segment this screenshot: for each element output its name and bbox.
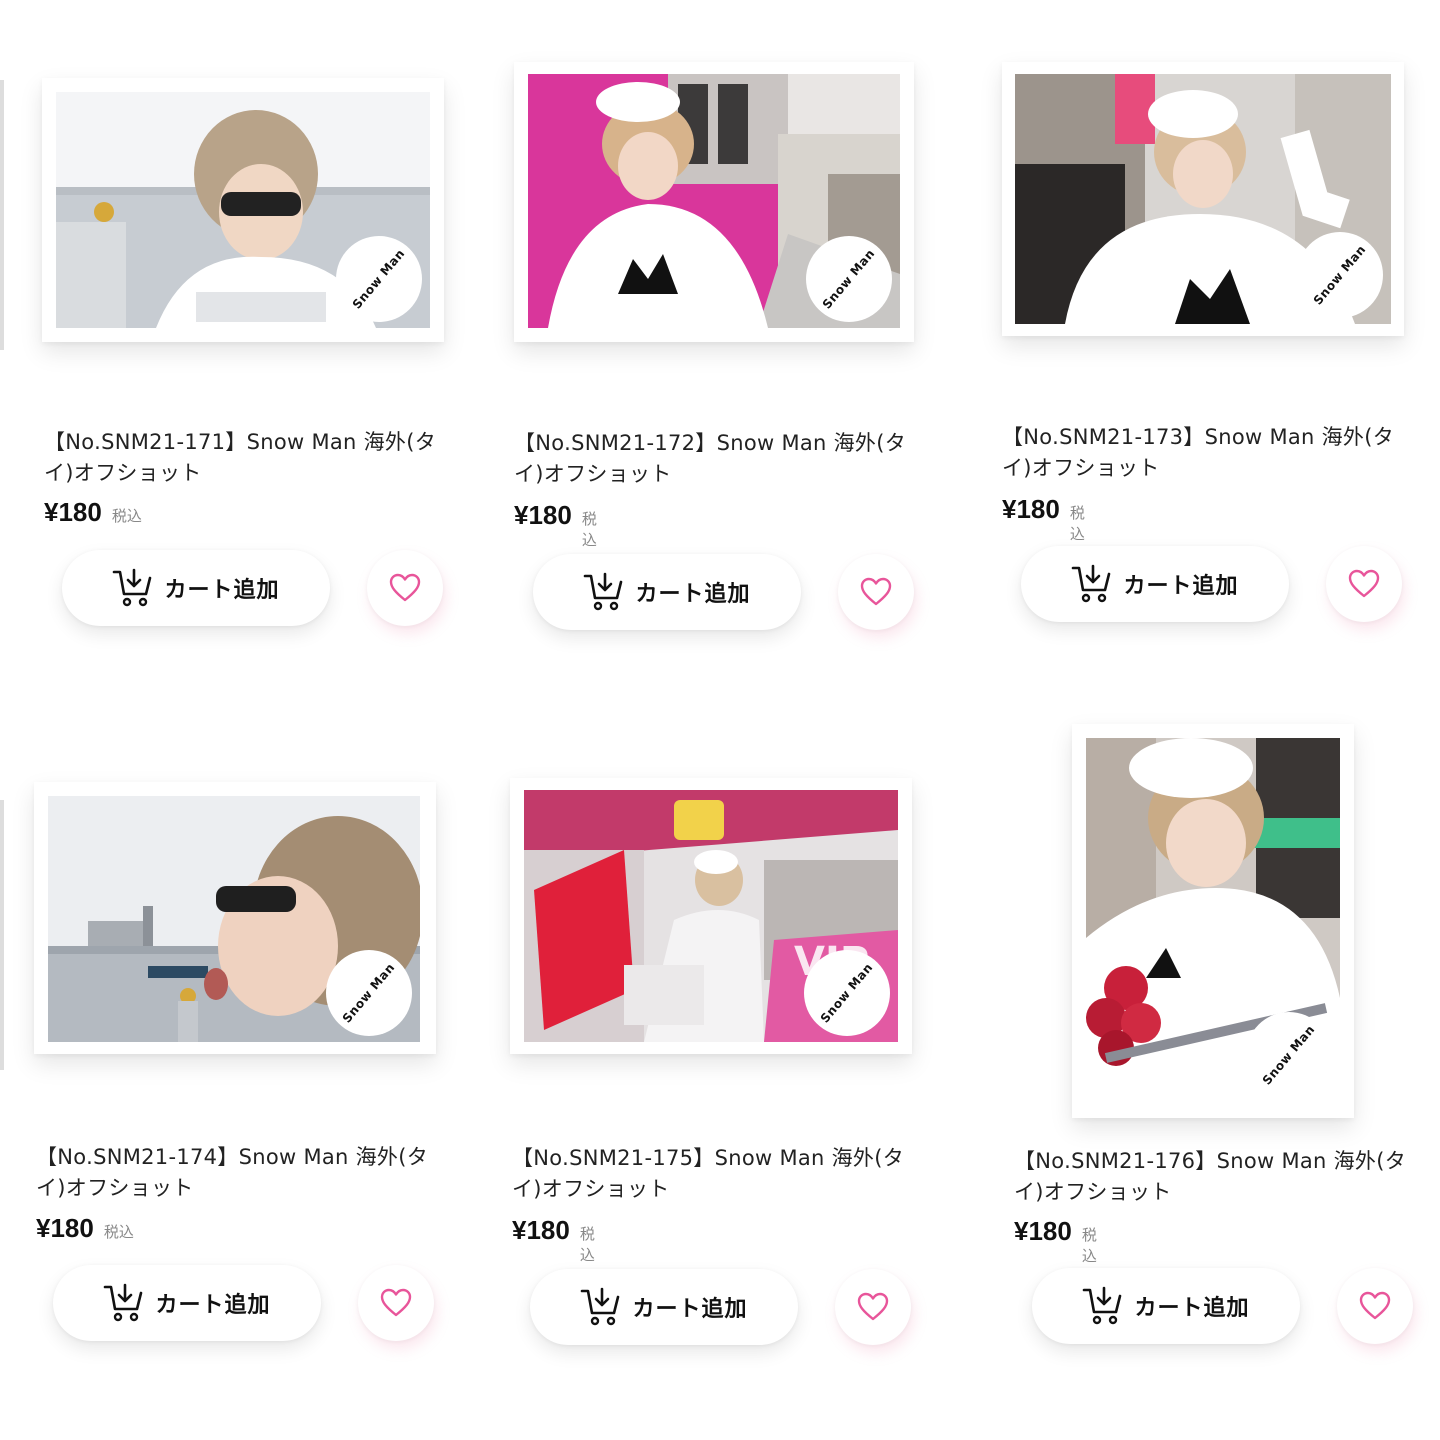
product-photo-link[interactable]: VIP Snow Man bbox=[510, 778, 912, 1054]
product-photo: Snow Man bbox=[48, 796, 420, 1042]
snow-man-logo: Snow Man bbox=[1246, 1012, 1332, 1098]
add-to-cart-label: カート追加 bbox=[164, 578, 280, 603]
product-price: ¥180 bbox=[514, 500, 572, 530]
product-photo-link[interactable]: Snow Man bbox=[1002, 62, 1404, 336]
snow-man-logo: Snow Man bbox=[806, 236, 892, 322]
snow-man-logo: Snow Man bbox=[326, 950, 412, 1036]
product-title[interactable]: 【No.SNM21-174】Snow Man 海外(タイ)オフショット bbox=[36, 1142, 436, 1204]
product-title[interactable]: 【No.SNM21-175】Snow Man 海外(タイ)オフショット bbox=[512, 1143, 912, 1205]
price-row: ¥180 税込 bbox=[44, 497, 142, 528]
add-to-cart-button[interactable]: カート追加 bbox=[53, 1265, 321, 1341]
price-row: ¥180 税込 bbox=[1002, 494, 1085, 544]
product-photo-link[interactable]: Snow Man bbox=[34, 782, 436, 1054]
heart-outline-icon bbox=[860, 577, 892, 606]
product-title[interactable]: 【No.SNM21-171】Snow Man 海外(タイ)オフショット bbox=[44, 427, 444, 489]
price-row: ¥180 税込 bbox=[512, 1215, 595, 1265]
add-to-cart-button[interactable]: カート追加 bbox=[1021, 546, 1289, 622]
favorite-button[interactable] bbox=[367, 550, 443, 626]
product-photo: VIP Snow Man bbox=[524, 790, 898, 1042]
product-photo: Snow Man bbox=[56, 92, 430, 328]
product-photo: Snow Man bbox=[1015, 74, 1391, 324]
left-edge-divider bbox=[0, 800, 4, 1070]
favorite-button[interactable] bbox=[1337, 1268, 1413, 1344]
add-to-cart-label: カート追加 bbox=[635, 582, 751, 607]
add-to-cart-button[interactable]: カート追加 bbox=[533, 554, 801, 630]
price-row: ¥180 税込 bbox=[1014, 1216, 1097, 1266]
product-photo-link[interactable]: Snow Man bbox=[42, 78, 444, 342]
heart-outline-icon bbox=[389, 573, 421, 602]
left-edge-divider bbox=[0, 80, 4, 350]
product-price: ¥180 bbox=[1014, 1216, 1072, 1246]
add-to-cart-label: カート追加 bbox=[632, 1297, 748, 1322]
add-to-cart-label: カート追加 bbox=[1134, 1296, 1250, 1321]
add-to-cart-label: カート追加 bbox=[1123, 574, 1239, 599]
product-photo-link[interactable]: Snow Man bbox=[514, 62, 914, 342]
cart-download-icon bbox=[1072, 564, 1111, 603]
tax-label: 税込 bbox=[1069, 504, 1085, 543]
product-price: ¥180 bbox=[1002, 494, 1060, 524]
product-title[interactable]: 【No.SNM21-172】Snow Man 海外(タイ)オフショット bbox=[514, 428, 914, 490]
cart-download-icon bbox=[113, 568, 152, 607]
cart-download-icon bbox=[581, 1287, 620, 1326]
product-price: ¥180 bbox=[44, 497, 102, 527]
heart-outline-icon bbox=[1359, 1291, 1391, 1320]
snow-man-logo: Snow Man bbox=[336, 236, 422, 322]
snow-man-logo: Snow Man bbox=[1297, 232, 1383, 318]
price-row: ¥180 税込 bbox=[514, 500, 597, 550]
cart-download-icon bbox=[1083, 1286, 1122, 1325]
tax-label: 税込 bbox=[103, 1223, 134, 1241]
add-to-cart-button[interactable]: カート追加 bbox=[1032, 1268, 1300, 1344]
favorite-button[interactable] bbox=[838, 554, 914, 630]
favorite-button[interactable] bbox=[835, 1269, 911, 1345]
product-photo: Snow Man bbox=[1086, 738, 1340, 1104]
tax-label: 税込 bbox=[111, 507, 142, 525]
snow-man-logo: Snow Man bbox=[804, 950, 890, 1036]
add-to-cart-button[interactable]: カート追加 bbox=[62, 550, 330, 626]
favorite-button[interactable] bbox=[1326, 546, 1402, 622]
add-to-cart-label: カート追加 bbox=[155, 1293, 271, 1318]
heart-outline-icon bbox=[1348, 569, 1380, 598]
product-photo-link[interactable]: Snow Man bbox=[1072, 724, 1354, 1118]
product-price: ¥180 bbox=[36, 1213, 94, 1243]
heart-outline-icon bbox=[380, 1288, 412, 1317]
product-photo: Snow Man bbox=[528, 74, 900, 328]
product-title[interactable]: 【No.SNM21-176】Snow Man 海外(タイ)オフショット bbox=[1014, 1146, 1414, 1208]
product-title[interactable]: 【No.SNM21-173】Snow Man 海外(タイ)オフショット bbox=[1002, 422, 1402, 484]
tax-label: 税込 bbox=[581, 510, 597, 549]
product-price: ¥180 bbox=[512, 1215, 570, 1245]
heart-outline-icon bbox=[857, 1292, 889, 1321]
cart-download-icon bbox=[584, 572, 623, 611]
tax-label: 税込 bbox=[579, 1225, 595, 1264]
tax-label: 税込 bbox=[1081, 1226, 1097, 1265]
add-to-cart-button[interactable]: カート追加 bbox=[530, 1269, 798, 1345]
price-row: ¥180 税込 bbox=[36, 1213, 134, 1244]
cart-download-icon bbox=[104, 1283, 143, 1322]
favorite-button[interactable] bbox=[358, 1265, 434, 1341]
